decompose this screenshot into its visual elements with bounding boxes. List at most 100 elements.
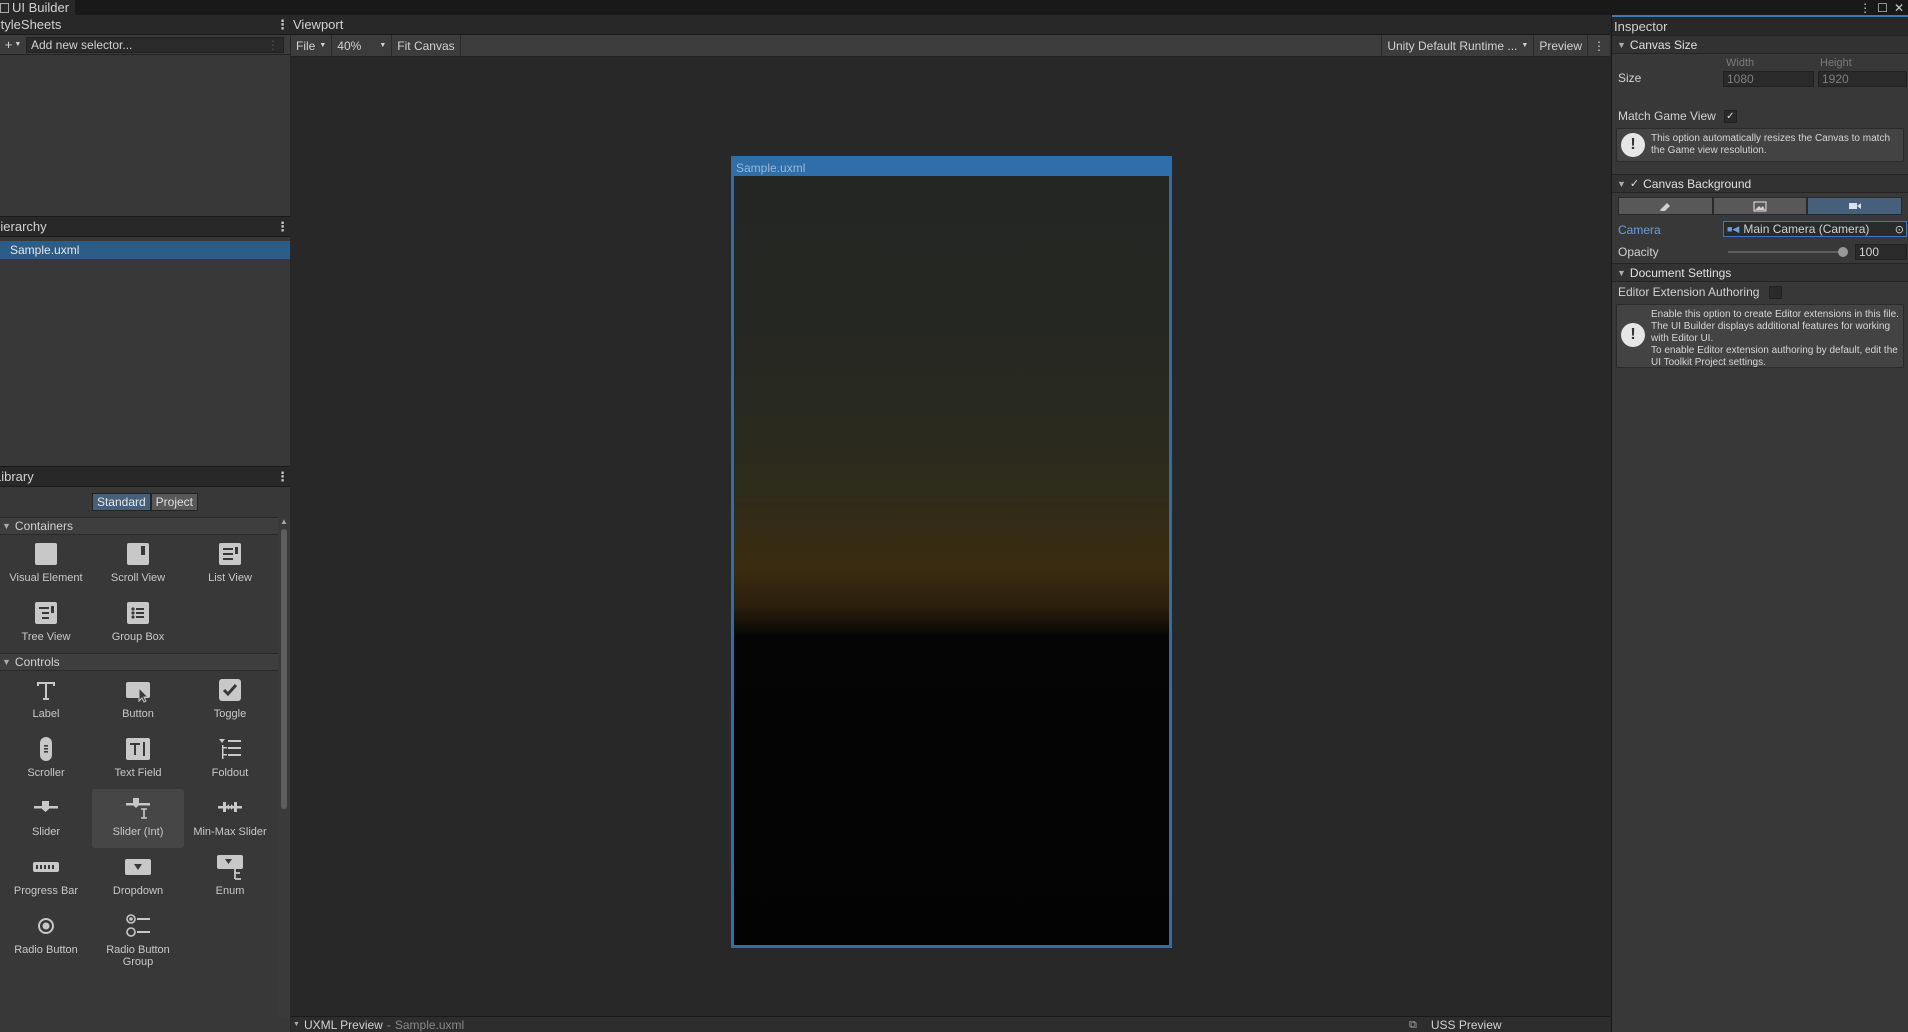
category-controls[interactable]: ▼ Controls: [0, 653, 278, 671]
uxml-preview-label: UXML Preview: [303, 1017, 383, 1032]
library-item-slider[interactable]: Slider: [0, 789, 92, 848]
editor-extension-checkbox[interactable]: [1769, 285, 1783, 299]
library-item-enum[interactable]: Enum: [184, 848, 276, 907]
library-item-label: Tree View: [21, 631, 71, 643]
library-item-dropdown[interactable]: Dropdown: [92, 848, 184, 907]
library-item-label: Progress Bar: [13, 885, 79, 897]
background-camera-toggle[interactable]: [1807, 197, 1903, 215]
library-item-progress-bar[interactable]: Progress Bar: [0, 848, 92, 907]
scroll-view-icon: [125, 541, 151, 567]
background-mode-toggles: [1618, 197, 1903, 215]
file-menu-button[interactable]: File ▼: [291, 34, 333, 57]
viewport-menu-icon[interactable]: ⋮: [1588, 35, 1610, 57]
library-item-slider-int[interactable]: Slider (Int): [92, 789, 184, 848]
theme-dropdown[interactable]: Unity Default Runtime ... ▼: [1381, 34, 1535, 57]
hierarchy-menu-icon[interactable]: ⋮: [276, 219, 289, 235]
camera-object-field[interactable]: ■◀ Main Camera (Camera) ⊙: [1723, 221, 1907, 237]
library-item-list-view[interactable]: List View: [184, 535, 276, 594]
library-item-label: Scroll View: [110, 572, 166, 584]
match-game-view-checkbox[interactable]: ✓: [1723, 109, 1737, 123]
slider-icon: [33, 795, 59, 821]
window-icon: [0, 2, 9, 13]
uxml-preview-separator: -: [386, 1017, 391, 1032]
viewport-bottom-bar: ▼ UXML Preview - Sample.uxml ⧉ USS Previ…: [291, 1016, 1610, 1032]
selector-input[interactable]: Add new selector... ⋮: [26, 36, 284, 53]
window-tab[interactable]: UI Builder: [0, 0, 76, 15]
library-item-scroll-view[interactable]: Scroll View: [92, 535, 184, 594]
zoom-dropdown[interactable]: 40% ▼: [332, 34, 393, 57]
camera-label: Camera: [1618, 223, 1661, 237]
add-stylesheet-button[interactable]: + ▼: [0, 35, 26, 55]
stylesheets-menu-icon[interactable]: ⋮: [276, 17, 289, 33]
library-item-label: List View: [208, 572, 252, 584]
library-item-toggle[interactable]: Toggle: [184, 671, 276, 730]
min-max-slider-icon: [217, 795, 243, 821]
opacity-label: Opacity: [1618, 245, 1659, 259]
library-item-label-control[interactable]: Label: [0, 671, 92, 730]
library-scroll-content: ▼ Containers Visual Element Scroll View: [0, 517, 278, 1017]
maximize-icon[interactable]: ☐: [1877, 1, 1888, 15]
library-item-group-box[interactable]: Group Box: [92, 594, 184, 653]
library-item-text-field[interactable]: Text Field: [92, 730, 184, 789]
opacity-slider[interactable]: [1728, 241, 1848, 263]
camera-row: Camera ■◀ Main Camera (Camera) ⊙: [1612, 219, 1908, 241]
controls-grid: Label Button Toggle Scroller Text Field …: [0, 671, 278, 968]
hierarchy-item-sample[interactable]: Sample.uxml: [0, 241, 290, 259]
group-box-icon: [125, 600, 151, 626]
section-canvas-background[interactable]: ▼ ✓ Canvas Background: [1612, 174, 1908, 193]
external-link-icon[interactable]: ⧉: [1409, 1019, 1417, 1032]
library-item-label: Scroller: [27, 767, 65, 779]
fit-canvas-button[interactable]: Fit Canvas: [392, 34, 461, 57]
opacity-field[interactable]: 100: [1855, 244, 1907, 260]
library-item-min-max-slider[interactable]: Min-Max Slider: [184, 789, 276, 848]
radio-button-icon: [33, 913, 59, 939]
selector-options-icon[interactable]: ⋮: [267, 38, 279, 52]
canvas-background-checkbox[interactable]: ✓: [1630, 177, 1639, 190]
foldout-arrow-icon: ▼: [1617, 39, 1626, 50]
match-game-view-row: Match Game View ✓: [1612, 106, 1908, 126]
slider-int-icon: [125, 795, 151, 821]
library-item-button[interactable]: Button: [92, 671, 184, 730]
opacity-slider-knob[interactable]: [1838, 247, 1848, 257]
tab-standard[interactable]: Standard: [91, 493, 151, 511]
object-picker-icon[interactable]: ⊙: [1895, 223, 1904, 236]
window-titlebar: UI Builder ⋮ ☐ ✕: [0, 0, 1908, 15]
section-canvas-size[interactable]: ▼ Canvas Size: [1612, 35, 1908, 54]
library-item-radio-button[interactable]: Radio Button: [0, 907, 92, 966]
canvas-frame[interactable]: Sample.uxml: [731, 156, 1172, 948]
toggle-icon: [217, 677, 243, 703]
library-item-foldout[interactable]: Foldout: [184, 730, 276, 789]
section-document-settings[interactable]: ▼ Document Settings: [1612, 263, 1908, 282]
preview-label: Preview: [1539, 38, 1582, 53]
text-field-icon: [125, 736, 151, 762]
library-item-visual-element[interactable]: Visual Element: [0, 535, 92, 594]
uss-preview-toggle[interactable]: ⧉ USS Preview: [1409, 1017, 1502, 1032]
library-scrollbar-thumb[interactable]: [281, 529, 287, 809]
library-item-tree-view[interactable]: Tree View: [0, 594, 92, 653]
preview-button[interactable]: Preview: [1534, 34, 1588, 57]
uxml-preview-toggle[interactable]: ▼ UXML Preview - Sample.uxml: [291, 1018, 464, 1032]
selector-placeholder: Add new selector...: [31, 37, 133, 52]
close-icon[interactable]: ✕: [1894, 1, 1904, 15]
foldout-arrow-icon: ▼: [2, 657, 11, 667]
width-field[interactable]: 1080: [1723, 71, 1814, 87]
background-color-toggle[interactable]: [1618, 197, 1713, 215]
library-item-radio-button-group[interactable]: Radio Button Group: [92, 907, 184, 968]
radio-button-group-icon: [125, 913, 151, 939]
stylesheets-header: StyleSheets ⋮: [0, 15, 290, 35]
width-label: Width: [1726, 57, 1755, 69]
category-containers[interactable]: ▼ Containers: [0, 517, 278, 535]
background-image-toggle[interactable]: [1712, 197, 1808, 215]
canvas-size-row: Width Height Size 1080 1920: [1612, 54, 1908, 106]
library-menu-icon[interactable]: ⋮: [276, 469, 289, 485]
scroll-up-icon[interactable]: ▲: [278, 517, 290, 526]
window-title: UI Builder: [12, 0, 70, 15]
chevron-down-icon: ▼: [14, 41, 22, 48]
library-scrollbar[interactable]: ▲: [278, 517, 290, 1017]
library-item-label: Radio Button Group: [106, 944, 170, 968]
height-field[interactable]: 1920: [1818, 71, 1907, 87]
uss-preview-label: USS Preview: [1430, 1018, 1502, 1032]
library-item-scroller[interactable]: Scroller: [0, 730, 92, 789]
window-menu-icon[interactable]: ⋮: [1859, 1, 1871, 15]
tab-project[interactable]: Project: [150, 493, 199, 511]
